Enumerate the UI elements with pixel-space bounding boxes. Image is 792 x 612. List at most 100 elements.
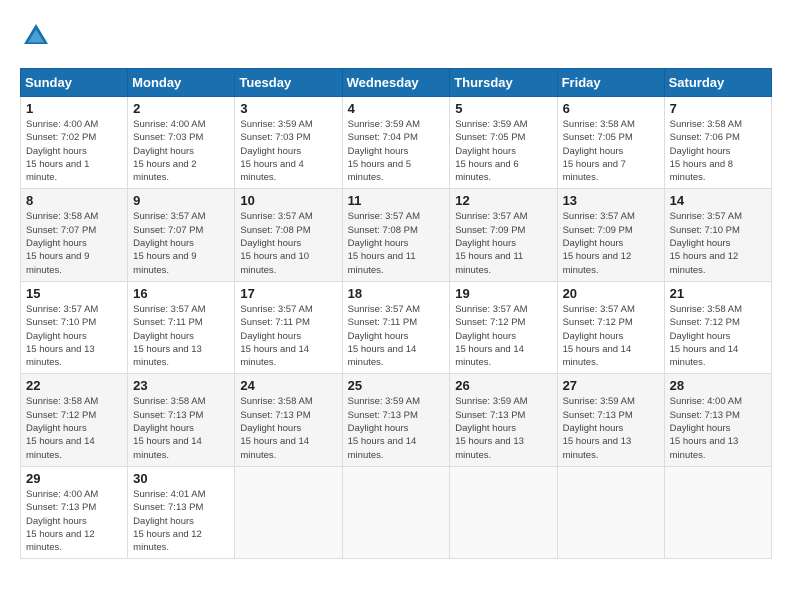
logo	[20, 20, 58, 52]
day-number: 22	[26, 378, 122, 393]
calendar-cell: 21 Sunrise: 3:58 AM Sunset: 7:12 PM Dayl…	[664, 281, 771, 373]
page-header	[20, 20, 772, 52]
header-tuesday: Tuesday	[235, 69, 342, 97]
day-number: 8	[26, 193, 122, 208]
day-info: Sunrise: 3:57 AM Sunset: 7:08 PM Dayligh…	[240, 210, 336, 276]
day-number: 30	[133, 471, 229, 486]
calendar-week-5: 29 Sunrise: 4:00 AM Sunset: 7:13 PM Dayl…	[21, 466, 772, 558]
day-number: 11	[348, 193, 445, 208]
day-number: 1	[26, 101, 122, 116]
day-number: 26	[455, 378, 551, 393]
calendar-cell: 30 Sunrise: 4:01 AM Sunset: 7:13 PM Dayl…	[128, 466, 235, 558]
day-info: Sunrise: 3:57 AM Sunset: 7:11 PM Dayligh…	[133, 303, 229, 369]
calendar-cell: 1 Sunrise: 4:00 AM Sunset: 7:02 PM Dayli…	[21, 97, 128, 189]
day-number: 13	[563, 193, 659, 208]
day-number: 7	[670, 101, 766, 116]
calendar-week-3: 15 Sunrise: 3:57 AM Sunset: 7:10 PM Dayl…	[21, 281, 772, 373]
day-number: 3	[240, 101, 336, 116]
calendar-cell: 19 Sunrise: 3:57 AM Sunset: 7:12 PM Dayl…	[450, 281, 557, 373]
day-number: 15	[26, 286, 122, 301]
day-info: Sunrise: 3:58 AM Sunset: 7:05 PM Dayligh…	[563, 118, 659, 184]
calendar-cell: 28 Sunrise: 4:00 AM Sunset: 7:13 PM Dayl…	[664, 374, 771, 466]
day-number: 18	[348, 286, 445, 301]
header-friday: Friday	[557, 69, 664, 97]
day-number: 20	[563, 286, 659, 301]
calendar-table: SundayMondayTuesdayWednesdayThursdayFrid…	[20, 68, 772, 559]
day-number: 2	[133, 101, 229, 116]
day-info: Sunrise: 3:58 AM Sunset: 7:06 PM Dayligh…	[670, 118, 766, 184]
calendar-cell: 11 Sunrise: 3:57 AM Sunset: 7:08 PM Dayl…	[342, 189, 450, 281]
day-number: 5	[455, 101, 551, 116]
calendar-cell: 20 Sunrise: 3:57 AM Sunset: 7:12 PM Dayl…	[557, 281, 664, 373]
calendar-cell	[664, 466, 771, 558]
day-number: 27	[563, 378, 659, 393]
day-info: Sunrise: 3:57 AM Sunset: 7:07 PM Dayligh…	[133, 210, 229, 276]
calendar-cell: 3 Sunrise: 3:59 AM Sunset: 7:03 PM Dayli…	[235, 97, 342, 189]
day-number: 16	[133, 286, 229, 301]
header-sunday: Sunday	[21, 69, 128, 97]
logo-icon	[20, 20, 52, 52]
calendar-cell: 22 Sunrise: 3:58 AM Sunset: 7:12 PM Dayl…	[21, 374, 128, 466]
day-info: Sunrise: 3:57 AM Sunset: 7:09 PM Dayligh…	[455, 210, 551, 276]
calendar-cell	[342, 466, 450, 558]
day-info: Sunrise: 4:00 AM Sunset: 7:03 PM Dayligh…	[133, 118, 229, 184]
day-info: Sunrise: 3:58 AM Sunset: 7:12 PM Dayligh…	[670, 303, 766, 369]
day-info: Sunrise: 3:59 AM Sunset: 7:03 PM Dayligh…	[240, 118, 336, 184]
header-monday: Monday	[128, 69, 235, 97]
day-number: 21	[670, 286, 766, 301]
calendar-cell: 15 Sunrise: 3:57 AM Sunset: 7:10 PM Dayl…	[21, 281, 128, 373]
calendar-cell: 5 Sunrise: 3:59 AM Sunset: 7:05 PM Dayli…	[450, 97, 557, 189]
calendar-cell: 10 Sunrise: 3:57 AM Sunset: 7:08 PM Dayl…	[235, 189, 342, 281]
day-info: Sunrise: 3:59 AM Sunset: 7:13 PM Dayligh…	[348, 395, 445, 461]
calendar-cell	[235, 466, 342, 558]
day-number: 9	[133, 193, 229, 208]
calendar-cell: 24 Sunrise: 3:58 AM Sunset: 7:13 PM Dayl…	[235, 374, 342, 466]
day-number: 28	[670, 378, 766, 393]
day-info: Sunrise: 3:58 AM Sunset: 7:12 PM Dayligh…	[26, 395, 122, 461]
day-info: Sunrise: 3:59 AM Sunset: 7:05 PM Dayligh…	[455, 118, 551, 184]
calendar-cell: 25 Sunrise: 3:59 AM Sunset: 7:13 PM Dayl…	[342, 374, 450, 466]
calendar-cell: 16 Sunrise: 3:57 AM Sunset: 7:11 PM Dayl…	[128, 281, 235, 373]
day-info: Sunrise: 4:00 AM Sunset: 7:02 PM Dayligh…	[26, 118, 122, 184]
calendar-cell: 17 Sunrise: 3:57 AM Sunset: 7:11 PM Dayl…	[235, 281, 342, 373]
day-info: Sunrise: 3:59 AM Sunset: 7:13 PM Dayligh…	[563, 395, 659, 461]
day-number: 10	[240, 193, 336, 208]
day-number: 17	[240, 286, 336, 301]
calendar-cell: 8 Sunrise: 3:58 AM Sunset: 7:07 PM Dayli…	[21, 189, 128, 281]
calendar-week-1: 1 Sunrise: 4:00 AM Sunset: 7:02 PM Dayli…	[21, 97, 772, 189]
day-number: 23	[133, 378, 229, 393]
day-info: Sunrise: 3:57 AM Sunset: 7:12 PM Dayligh…	[455, 303, 551, 369]
calendar-cell: 23 Sunrise: 3:58 AM Sunset: 7:13 PM Dayl…	[128, 374, 235, 466]
day-info: Sunrise: 3:57 AM Sunset: 7:11 PM Dayligh…	[240, 303, 336, 369]
day-number: 4	[348, 101, 445, 116]
calendar-cell: 27 Sunrise: 3:59 AM Sunset: 7:13 PM Dayl…	[557, 374, 664, 466]
calendar-cell: 18 Sunrise: 3:57 AM Sunset: 7:11 PM Dayl…	[342, 281, 450, 373]
calendar-cell: 2 Sunrise: 4:00 AM Sunset: 7:03 PM Dayli…	[128, 97, 235, 189]
calendar-cell: 9 Sunrise: 3:57 AM Sunset: 7:07 PM Dayli…	[128, 189, 235, 281]
day-number: 19	[455, 286, 551, 301]
calendar-cell: 7 Sunrise: 3:58 AM Sunset: 7:06 PM Dayli…	[664, 97, 771, 189]
day-info: Sunrise: 3:57 AM Sunset: 7:09 PM Dayligh…	[563, 210, 659, 276]
calendar-cell: 29 Sunrise: 4:00 AM Sunset: 7:13 PM Dayl…	[21, 466, 128, 558]
day-number: 29	[26, 471, 122, 486]
day-info: Sunrise: 4:00 AM Sunset: 7:13 PM Dayligh…	[670, 395, 766, 461]
day-info: Sunrise: 4:00 AM Sunset: 7:13 PM Dayligh…	[26, 488, 122, 554]
day-number: 6	[563, 101, 659, 116]
day-info: Sunrise: 3:59 AM Sunset: 7:13 PM Dayligh…	[455, 395, 551, 461]
day-info: Sunrise: 3:57 AM Sunset: 7:10 PM Dayligh…	[670, 210, 766, 276]
day-info: Sunrise: 3:57 AM Sunset: 7:10 PM Dayligh…	[26, 303, 122, 369]
calendar-cell: 12 Sunrise: 3:57 AM Sunset: 7:09 PM Dayl…	[450, 189, 557, 281]
day-number: 24	[240, 378, 336, 393]
header-thursday: Thursday	[450, 69, 557, 97]
calendar-cell	[557, 466, 664, 558]
calendar-cell: 26 Sunrise: 3:59 AM Sunset: 7:13 PM Dayl…	[450, 374, 557, 466]
day-info: Sunrise: 3:58 AM Sunset: 7:07 PM Dayligh…	[26, 210, 122, 276]
calendar-week-4: 22 Sunrise: 3:58 AM Sunset: 7:12 PM Dayl…	[21, 374, 772, 466]
calendar-cell: 6 Sunrise: 3:58 AM Sunset: 7:05 PM Dayli…	[557, 97, 664, 189]
day-info: Sunrise: 3:59 AM Sunset: 7:04 PM Dayligh…	[348, 118, 445, 184]
day-info: Sunrise: 3:58 AM Sunset: 7:13 PM Dayligh…	[133, 395, 229, 461]
day-info: Sunrise: 3:57 AM Sunset: 7:12 PM Dayligh…	[563, 303, 659, 369]
day-info: Sunrise: 3:57 AM Sunset: 7:11 PM Dayligh…	[348, 303, 445, 369]
header-wednesday: Wednesday	[342, 69, 450, 97]
day-number: 25	[348, 378, 445, 393]
